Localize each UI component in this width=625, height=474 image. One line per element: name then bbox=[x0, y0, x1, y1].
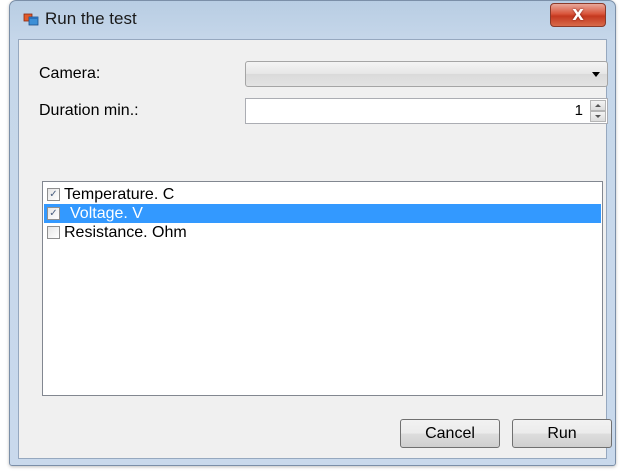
app-window-icon bbox=[23, 13, 39, 26]
list-item-label: Resistance. Ohm bbox=[64, 224, 187, 241]
checkbox-voltage[interactable]: ✓ bbox=[47, 207, 60, 220]
increment-arrow-icon[interactable] bbox=[590, 100, 606, 111]
checkbox-temperature[interactable]: ✓ bbox=[47, 188, 60, 201]
close-icon: X bbox=[572, 5, 584, 24]
camera-label: Camera: bbox=[39, 65, 101, 82]
checkbox-resistance[interactable] bbox=[47, 226, 60, 239]
list-item-label: Temperature. C bbox=[64, 186, 175, 203]
list-item-temperature[interactable]: ✓ Temperature. C bbox=[44, 185, 601, 204]
duration-spinner bbox=[590, 100, 606, 122]
title-bar[interactable]: Run the test X bbox=[10, 1, 615, 39]
decrement-arrow-icon[interactable] bbox=[590, 111, 606, 122]
run-button[interactable]: Run bbox=[512, 419, 612, 448]
duration-label: Duration min.: bbox=[39, 102, 139, 119]
camera-dropdown[interactable] bbox=[245, 61, 608, 87]
close-button[interactable]: X bbox=[550, 3, 606, 27]
list-item-label: Voltage. V bbox=[70, 205, 143, 222]
chevron-down-icon bbox=[592, 72, 600, 77]
duration-stepper[interactable]: 1 bbox=[245, 98, 608, 124]
window-title: Run the test bbox=[45, 9, 137, 28]
duration-value: 1 bbox=[574, 102, 583, 119]
measurement-checklist[interactable]: ✓ Temperature. C ✓ Voltage. V Resistance… bbox=[42, 181, 603, 396]
dialog-content: Camera: Duration min.: 1 ✓ Temperature. … bbox=[18, 39, 612, 459]
list-item-resistance[interactable]: Resistance. Ohm bbox=[44, 223, 601, 242]
run-test-dialog: Run the test X Camera: Duration min.: 1 … bbox=[9, 0, 616, 466]
list-item-voltage[interactable]: ✓ Voltage. V bbox=[44, 204, 601, 223]
cancel-button[interactable]: Cancel bbox=[400, 419, 500, 448]
